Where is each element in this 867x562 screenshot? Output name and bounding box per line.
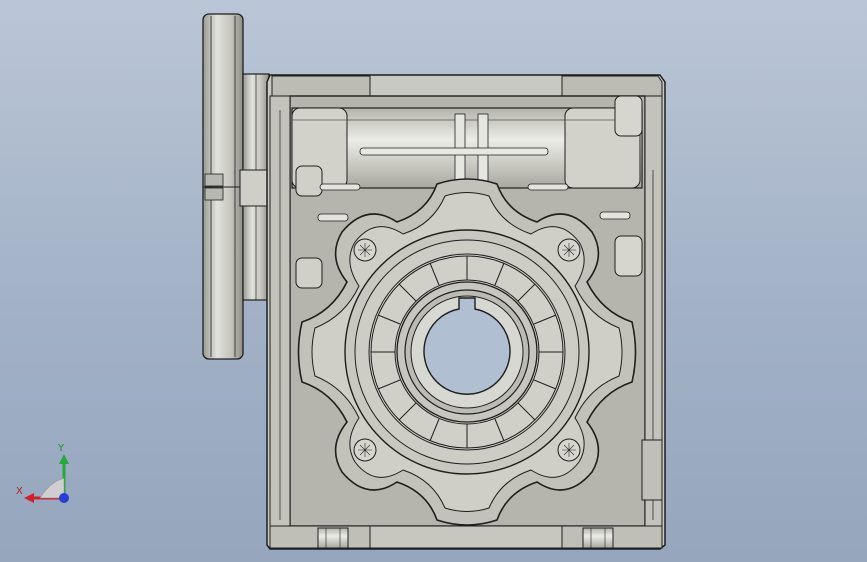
motor-flange[interactable] bbox=[202, 13, 271, 360]
output-flange[interactable] bbox=[297, 178, 637, 526]
z-axis-dot bbox=[59, 493, 69, 503]
triad-axes bbox=[24, 454, 69, 503]
x-axis-arrowhead bbox=[24, 493, 34, 503]
y-axis-label: Y bbox=[58, 443, 65, 454]
cad-viewport[interactable]: X Y bbox=[0, 0, 867, 562]
x-axis-label: X bbox=[16, 486, 23, 497]
gearbox-model[interactable] bbox=[0, 0, 867, 562]
y-axis-arrowhead bbox=[59, 454, 69, 464]
orientation-triad[interactable]: X Y bbox=[10, 440, 80, 510]
